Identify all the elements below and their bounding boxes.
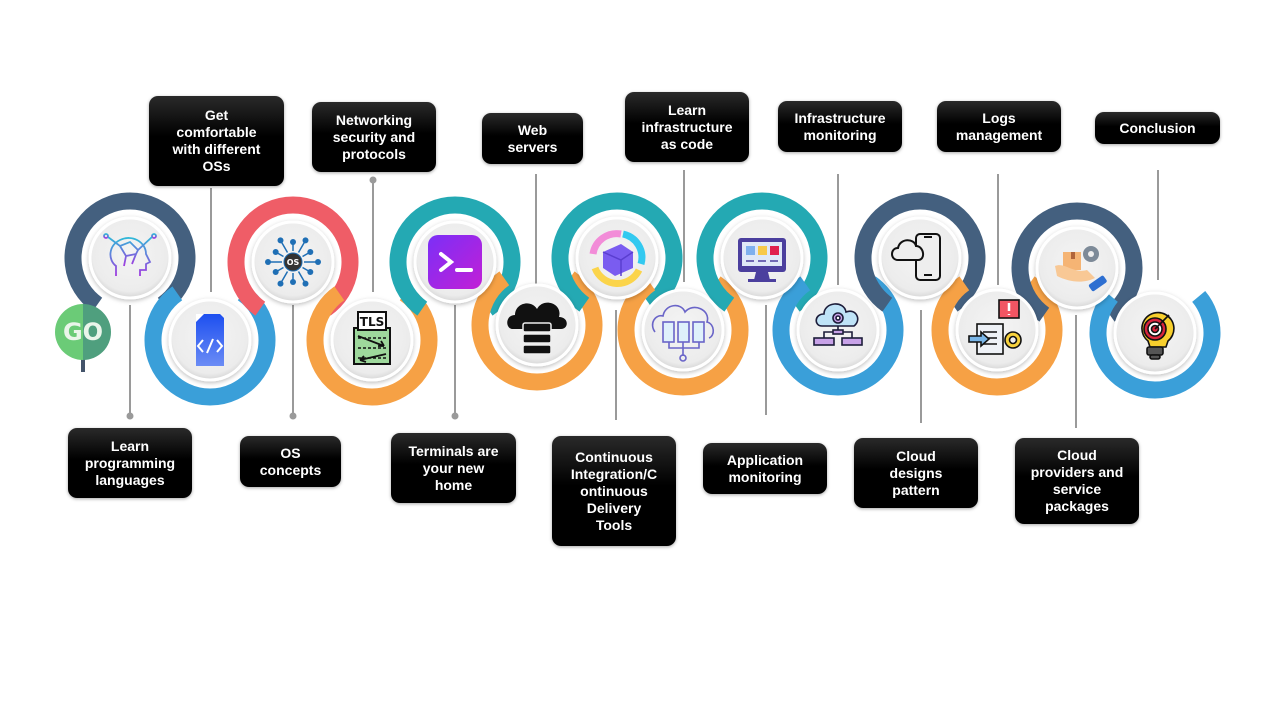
tls-document-icon: TLS (353, 311, 391, 365)
step-label-4: Networking security and protocols (312, 102, 436, 172)
step-label-3: OS concepts (240, 436, 341, 487)
terminal-prompt-icon (428, 235, 482, 289)
step-label-9: Application monitoring (703, 443, 827, 494)
svg-text:TLS: TLS (360, 315, 384, 329)
step-label-14: Conclusion (1095, 112, 1220, 144)
step-label-8: Learn infrastructure as code (625, 92, 749, 162)
connector-dot-1 (126, 412, 134, 420)
step-label-12: Logs management (937, 101, 1061, 152)
step-label-7: Continuous Integration/C ontinuous Deliv… (552, 436, 676, 546)
connector-dot-4 (369, 176, 377, 184)
step-label-11: Cloud designs pattern (854, 438, 978, 508)
go-sign-text: GO (63, 318, 103, 346)
icon-disc-1 (88, 216, 172, 300)
go-sign-icon: GO (55, 304, 111, 372)
step-label-5: Terminals are your new home (391, 433, 516, 503)
step-label-1: Learn programming languages (68, 428, 192, 498)
connector-dot-5 (451, 412, 459, 420)
connector-dot-3 (289, 412, 297, 420)
step-label-6: Web servers (482, 113, 583, 164)
code-file-icon (196, 314, 224, 366)
svg-text:OS: OS (287, 258, 300, 267)
step-label-2: Get comfortable with different OSs (149, 96, 284, 186)
step-label-10: Infrastructure monitoring (778, 101, 902, 152)
step-label-13: Cloud providers and service packages (1015, 438, 1139, 524)
